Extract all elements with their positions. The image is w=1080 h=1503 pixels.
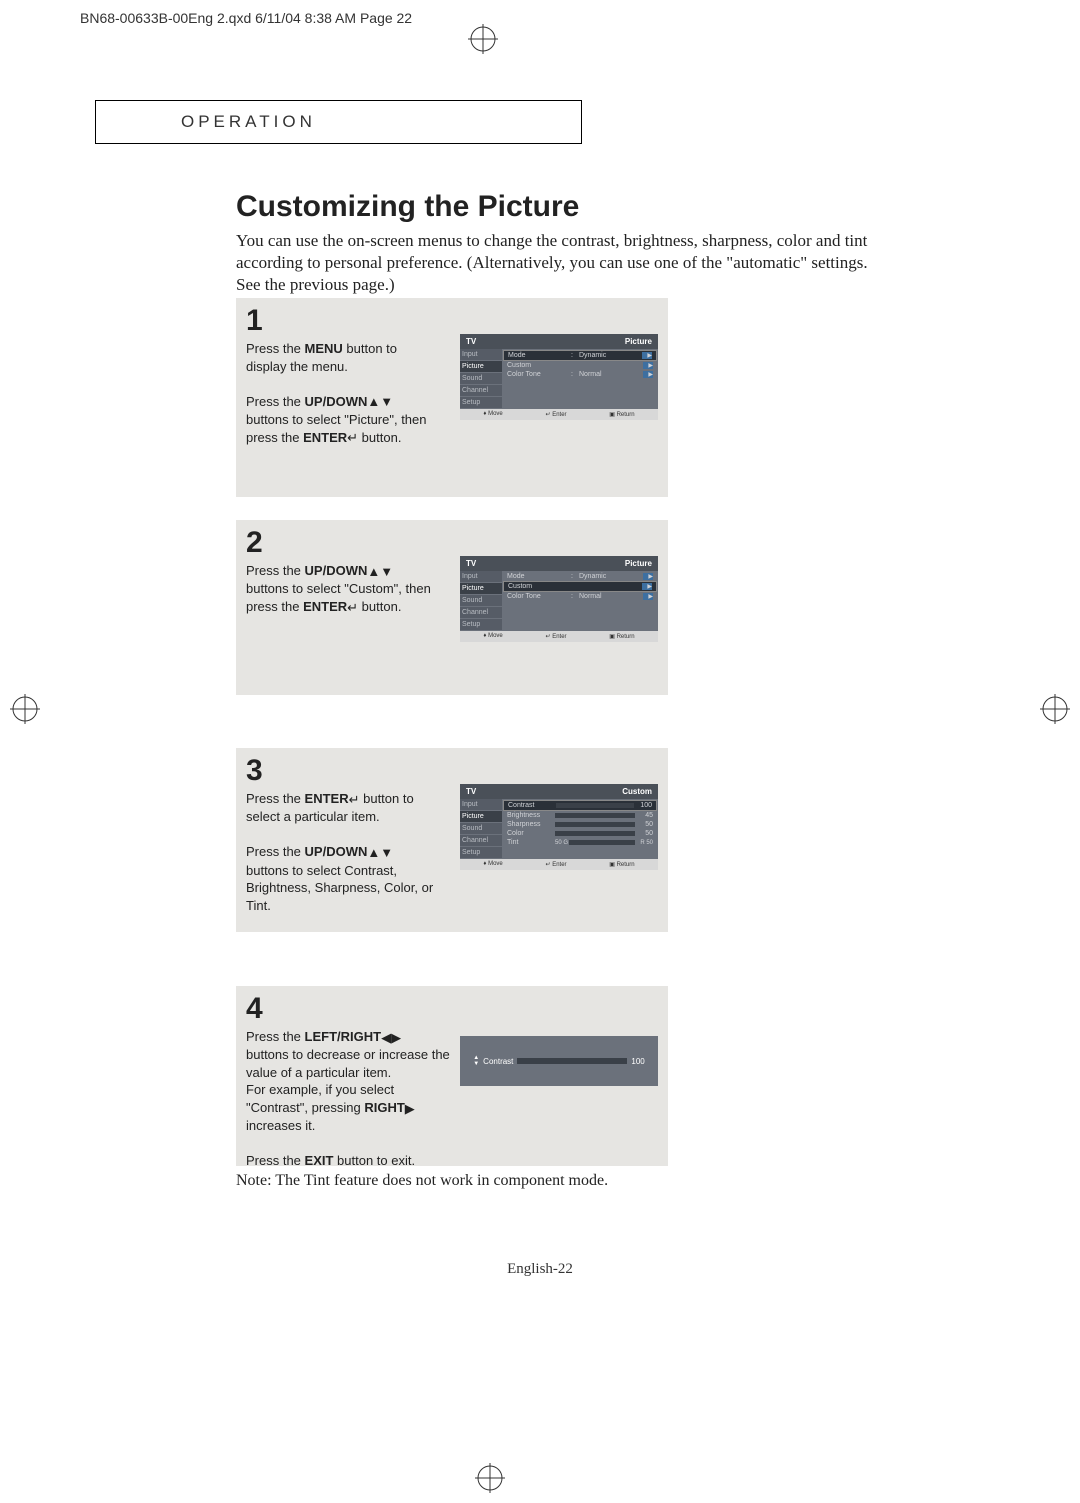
enter-icon: ↵	[347, 599, 358, 617]
step-instruction: Press the MENU button to display the men…	[246, 340, 436, 447]
step-2: 2 Press the UP/DOWN▲▼ buttons to select …	[236, 520, 668, 695]
osd-picture-label: Picture	[625, 337, 652, 346]
step-number: 4	[246, 992, 263, 1026]
step-number: 3	[246, 754, 263, 788]
step-instruction: Press the UP/DOWN▲▼ buttons to select "C…	[246, 562, 436, 616]
registration-mark	[475, 1463, 505, 1493]
intro-text: You can use the on-screen menus to chang…	[236, 230, 876, 296]
footnote: Note: The Tint feature does not work in …	[236, 1172, 608, 1190]
left-right-icon: ◀▶	[381, 1029, 401, 1047]
registration-mark	[10, 694, 40, 724]
step-4: 4 Press the LEFT/RIGHT◀▶ buttons to decr…	[236, 986, 668, 1166]
osd-menu-1: TV Picture Input Picture Sound Channel Se…	[460, 334, 658, 420]
step-instruction: Press the ENTER↵ button to select a part…	[246, 790, 436, 914]
page-title: Customizing the Picture	[236, 190, 579, 224]
slider-value: 100	[631, 1057, 644, 1066]
osd-tv-label: TV	[466, 337, 476, 346]
slider-bar	[517, 1058, 627, 1064]
right-arrow-icon: ▶	[405, 1100, 415, 1118]
step-number: 1	[246, 304, 263, 338]
up-down-icon: ▲▼	[367, 844, 393, 862]
registration-mark	[468, 24, 498, 54]
up-down-icon: ▲▼	[367, 563, 393, 581]
registration-mark	[1040, 694, 1070, 724]
osd-menu-2: TVPicture Input Picture Sound Channel Se…	[460, 556, 658, 642]
step-1: 1 Press the MENU button to display the m…	[236, 298, 668, 497]
step-number: 2	[246, 526, 263, 560]
up-down-icon: ▲▼	[367, 393, 393, 411]
print-header: BN68-00633B-00Eng 2.qxd 6/11/04 8:38 AM …	[80, 10, 412, 26]
up-down-icon: ▲▼	[473, 1055, 479, 1067]
osd-content: Mode:Dynamic▶ Custom▶ Color Tone:Normal▶	[502, 349, 658, 409]
page-number: English-22	[0, 1261, 1080, 1278]
osd-sidebar: Input Picture Sound Channel Setup	[460, 349, 502, 409]
osd-slider: ▲▼ Contrast 100	[460, 1036, 658, 1086]
enter-icon: ↵	[347, 429, 358, 447]
step-3: 3 Press the ENTER↵ button to select a pa…	[236, 748, 668, 932]
enter-icon: ↵	[349, 791, 360, 809]
section-header: OPERATION	[95, 100, 582, 144]
section-label: OPERATION	[181, 112, 316, 132]
osd-menu-3: TVCustom Input Picture Sound Channel Set…	[460, 784, 658, 870]
step-instruction: Press the LEFT/RIGHT◀▶ buttons to decrea…	[246, 1028, 456, 1170]
slider-label: Contrast	[483, 1057, 513, 1066]
